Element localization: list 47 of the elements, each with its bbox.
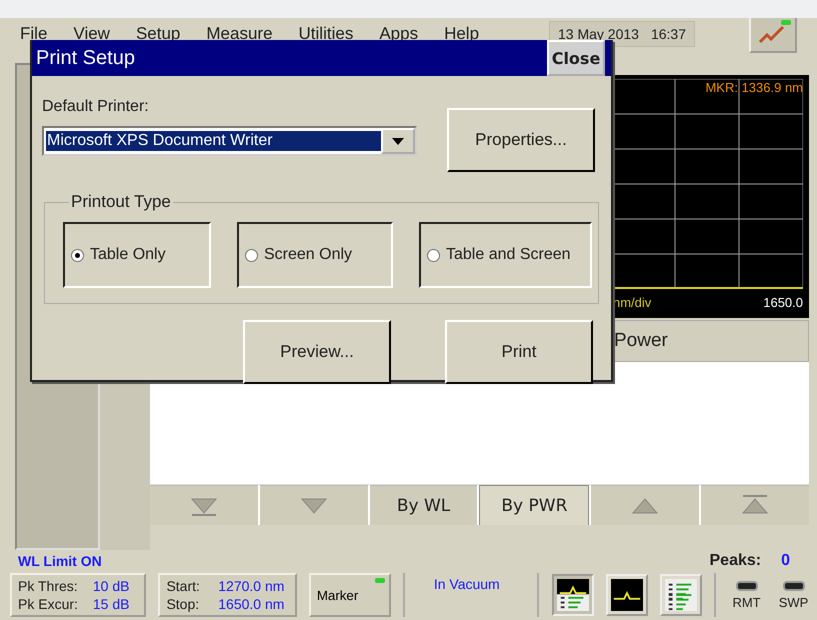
time-text: 16:37 xyxy=(650,26,686,42)
status-led xyxy=(781,20,791,25)
limit-status: WL Limit ON xyxy=(18,553,102,569)
close-button[interactable]: Close xyxy=(547,40,605,76)
marker-readout: MKR: 1336.9 nm xyxy=(705,80,803,95)
menu-item[interactable]: File xyxy=(20,24,48,44)
caret-icon xyxy=(392,138,404,144)
menu-item[interactable]: Setup xyxy=(136,24,180,44)
menu-item[interactable]: View xyxy=(73,24,110,44)
column-header: Power xyxy=(614,330,668,352)
peaks-count: 0 xyxy=(781,552,790,570)
peak-settings-button[interactable]: Pk Thres: 10 dB Pk Excur: 15 dB xyxy=(10,573,146,617)
trace-view-icon xyxy=(611,579,644,611)
sort-button[interactable]: By PWR xyxy=(479,485,590,525)
indicator-label: RMT xyxy=(732,594,761,610)
radio-button[interactable] xyxy=(71,248,84,262)
medium-label: In Vacuum xyxy=(432,575,501,592)
sort-button[interactable]: By WL xyxy=(370,485,478,525)
indicator-label: SWP xyxy=(778,594,808,610)
menu-item[interactable]: Utilities xyxy=(298,24,354,44)
app-button[interactable] xyxy=(749,18,797,53)
first-icon xyxy=(740,494,770,516)
printout-option[interactable]: Table Only xyxy=(63,222,211,288)
printer-dropdown[interactable]: Microsoft XPS Document Writer xyxy=(42,126,417,156)
print-button[interactable]: Print xyxy=(445,320,593,384)
view-button[interactable] xyxy=(660,574,702,616)
date-text: 13 May 2013 xyxy=(558,26,639,42)
span-button[interactable]: Start: 1270.0 nm Stop: 1650.0 nm xyxy=(158,573,297,617)
radio-button[interactable] xyxy=(427,248,440,262)
peaks-label: Peaks: xyxy=(710,552,762,570)
radio-button[interactable] xyxy=(245,248,258,262)
preview-button[interactable]: Preview... xyxy=(243,320,391,384)
printer-label: Default Printer: xyxy=(42,97,150,116)
view-button[interactable] xyxy=(606,574,648,616)
marker-button[interactable]: Marker xyxy=(308,573,391,617)
dropdown-button[interactable] xyxy=(381,128,415,154)
printout-option[interactable]: Screen Only xyxy=(237,222,393,288)
menu-item[interactable]: Measure xyxy=(206,24,273,44)
view-button[interactable] xyxy=(552,574,594,616)
printout-option[interactable]: Table and Screen xyxy=(419,222,592,288)
stop-label: 1650.0 xyxy=(763,295,803,310)
table-view-icon xyxy=(665,579,698,611)
split-view-icon xyxy=(557,579,590,611)
dialog-title: Print Setup xyxy=(36,46,135,70)
properties-button[interactable]: Properties... xyxy=(447,108,595,172)
menu-item[interactable]: Help xyxy=(444,24,480,44)
group-label: Printout Type xyxy=(70,192,172,212)
